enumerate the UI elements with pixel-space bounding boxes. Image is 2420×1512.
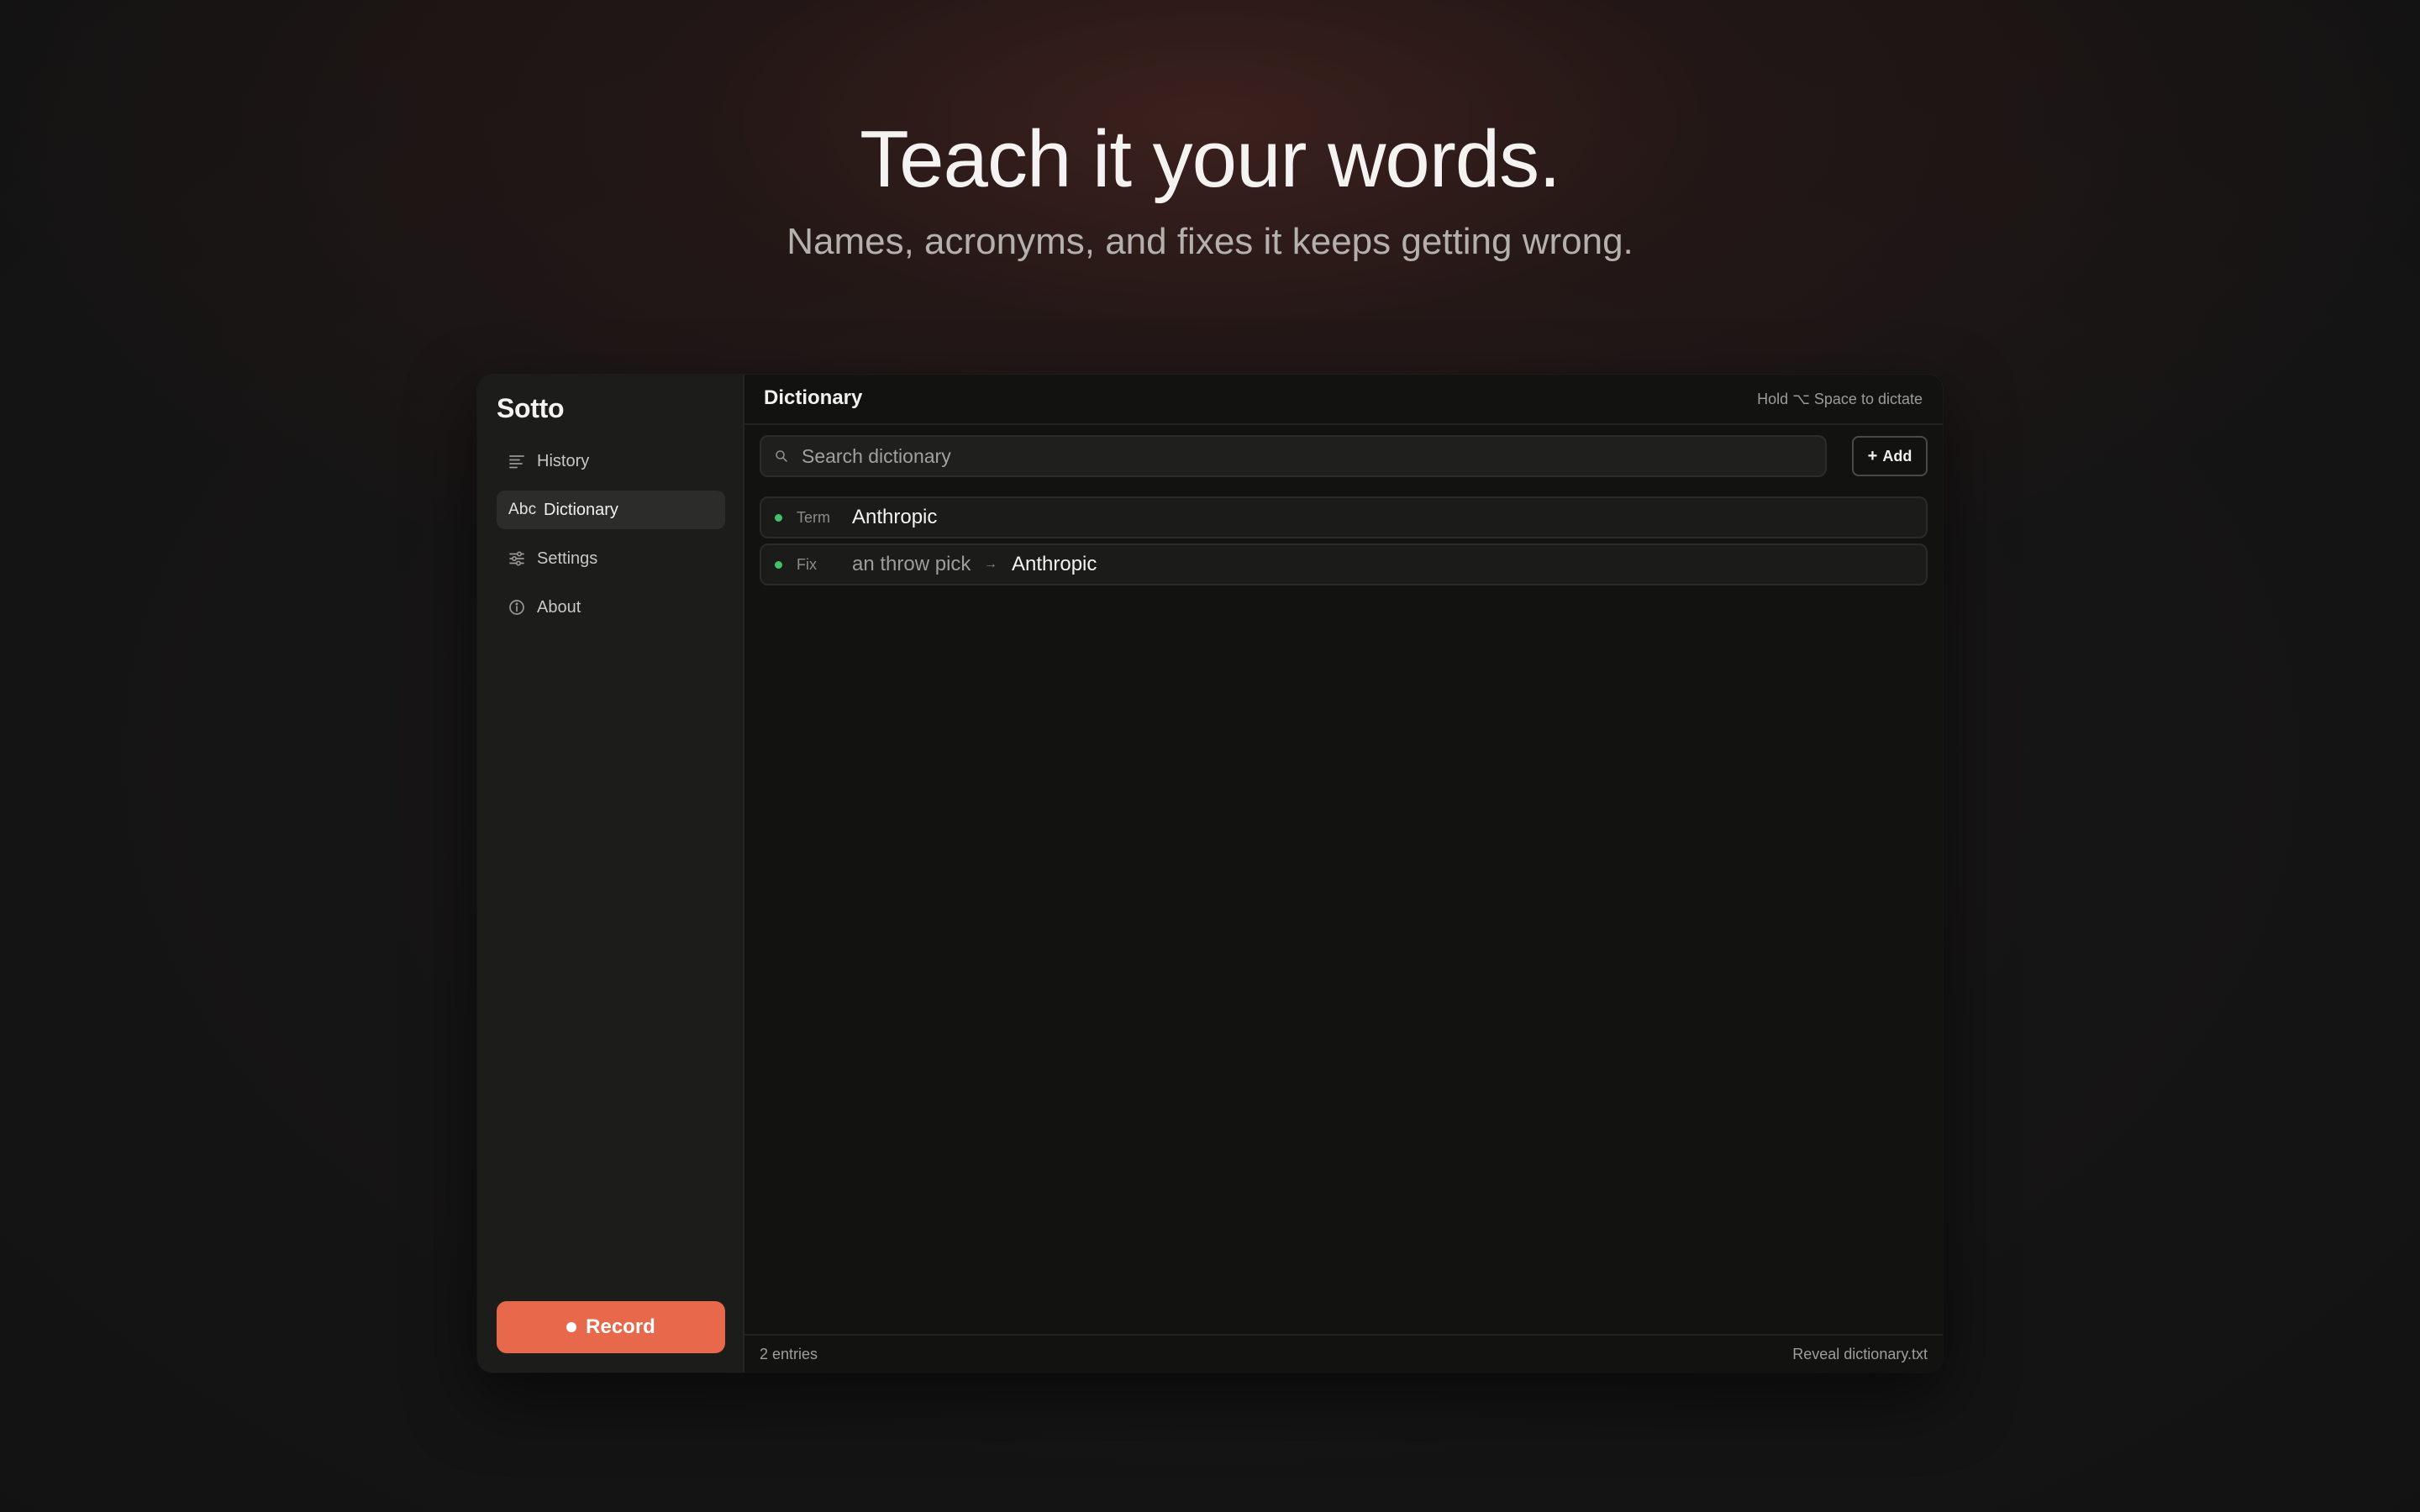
record-label: Record bbox=[586, 1315, 655, 1338]
plus-icon: + bbox=[1867, 446, 1878, 465]
hero-title: Teach it your words. bbox=[860, 114, 1561, 204]
record-button[interactable]: Record bbox=[497, 1301, 725, 1353]
topbar: Dictionary Hold ⌥ Space to dictate bbox=[744, 375, 1943, 425]
sidebar-item-label: History bbox=[537, 451, 590, 470]
dictionary-list: Term Anthropic Fix an throw pick → Anthr… bbox=[760, 496, 1928, 591]
sidebar-item-label: About bbox=[537, 597, 581, 617]
app-window: Sotto History Abc Dictionary Settings Ab… bbox=[477, 375, 1943, 1373]
info-circle-icon bbox=[508, 588, 537, 627]
add-button[interactable]: + Add bbox=[1852, 436, 1928, 476]
entry-count: 2 entries bbox=[760, 1346, 818, 1362]
list-lines-icon bbox=[508, 442, 537, 480]
reveal-dictionary-link[interactable]: Reveal dictionary.txt bbox=[1792, 1346, 1928, 1363]
dictate-hint: Hold ⌥ Space to dictate bbox=[1757, 391, 1923, 407]
abc-icon: Abc bbox=[508, 501, 537, 518]
sidebar-item-history[interactable]: History bbox=[497, 442, 725, 480]
entry-to: Anthropic bbox=[1012, 553, 1097, 575]
entry-term: Anthropic bbox=[852, 506, 938, 528]
entry-type: Fix bbox=[797, 555, 817, 573]
search-input[interactable] bbox=[802, 444, 1825, 468]
sidebar-item-dictionary[interactable]: Abc Dictionary bbox=[497, 491, 725, 529]
add-label: Add bbox=[1882, 447, 1912, 465]
list-item[interactable]: Term Anthropic bbox=[760, 496, 1928, 538]
entry-type: Term bbox=[797, 508, 830, 526]
sliders-icon bbox=[508, 539, 537, 578]
hero-subtitle: Names, acronyms, and fixes it keeps gett… bbox=[786, 221, 1634, 262]
sidebar: Sotto History Abc Dictionary Settings Ab… bbox=[477, 375, 744, 1373]
search-icon bbox=[775, 447, 793, 465]
search-box[interactable] bbox=[760, 435, 1827, 477]
arrow-right-icon: → bbox=[984, 557, 997, 571]
sidebar-item-about[interactable]: About bbox=[497, 588, 725, 627]
list-item[interactable]: Fix an throw pick → Anthropic bbox=[760, 543, 1928, 585]
footer: 2 entries Reveal dictionary.txt bbox=[744, 1334, 1943, 1373]
status-dot-icon bbox=[775, 513, 782, 522]
sidebar-nav: History Abc Dictionary Settings About bbox=[497, 442, 725, 637]
sidebar-item-label: Settings bbox=[537, 549, 598, 568]
app-name: Sotto bbox=[497, 393, 565, 423]
page-title: Dictionary bbox=[764, 386, 863, 409]
main-panel: Dictionary Hold ⌥ Space to dictate + Add… bbox=[744, 375, 1943, 1373]
status-dot-icon bbox=[775, 560, 782, 569]
record-dot-icon bbox=[566, 1322, 577, 1332]
sidebar-item-settings[interactable]: Settings bbox=[497, 539, 725, 578]
sidebar-item-label: Dictionary bbox=[544, 500, 618, 519]
entry-from: an throw pick bbox=[852, 553, 971, 575]
